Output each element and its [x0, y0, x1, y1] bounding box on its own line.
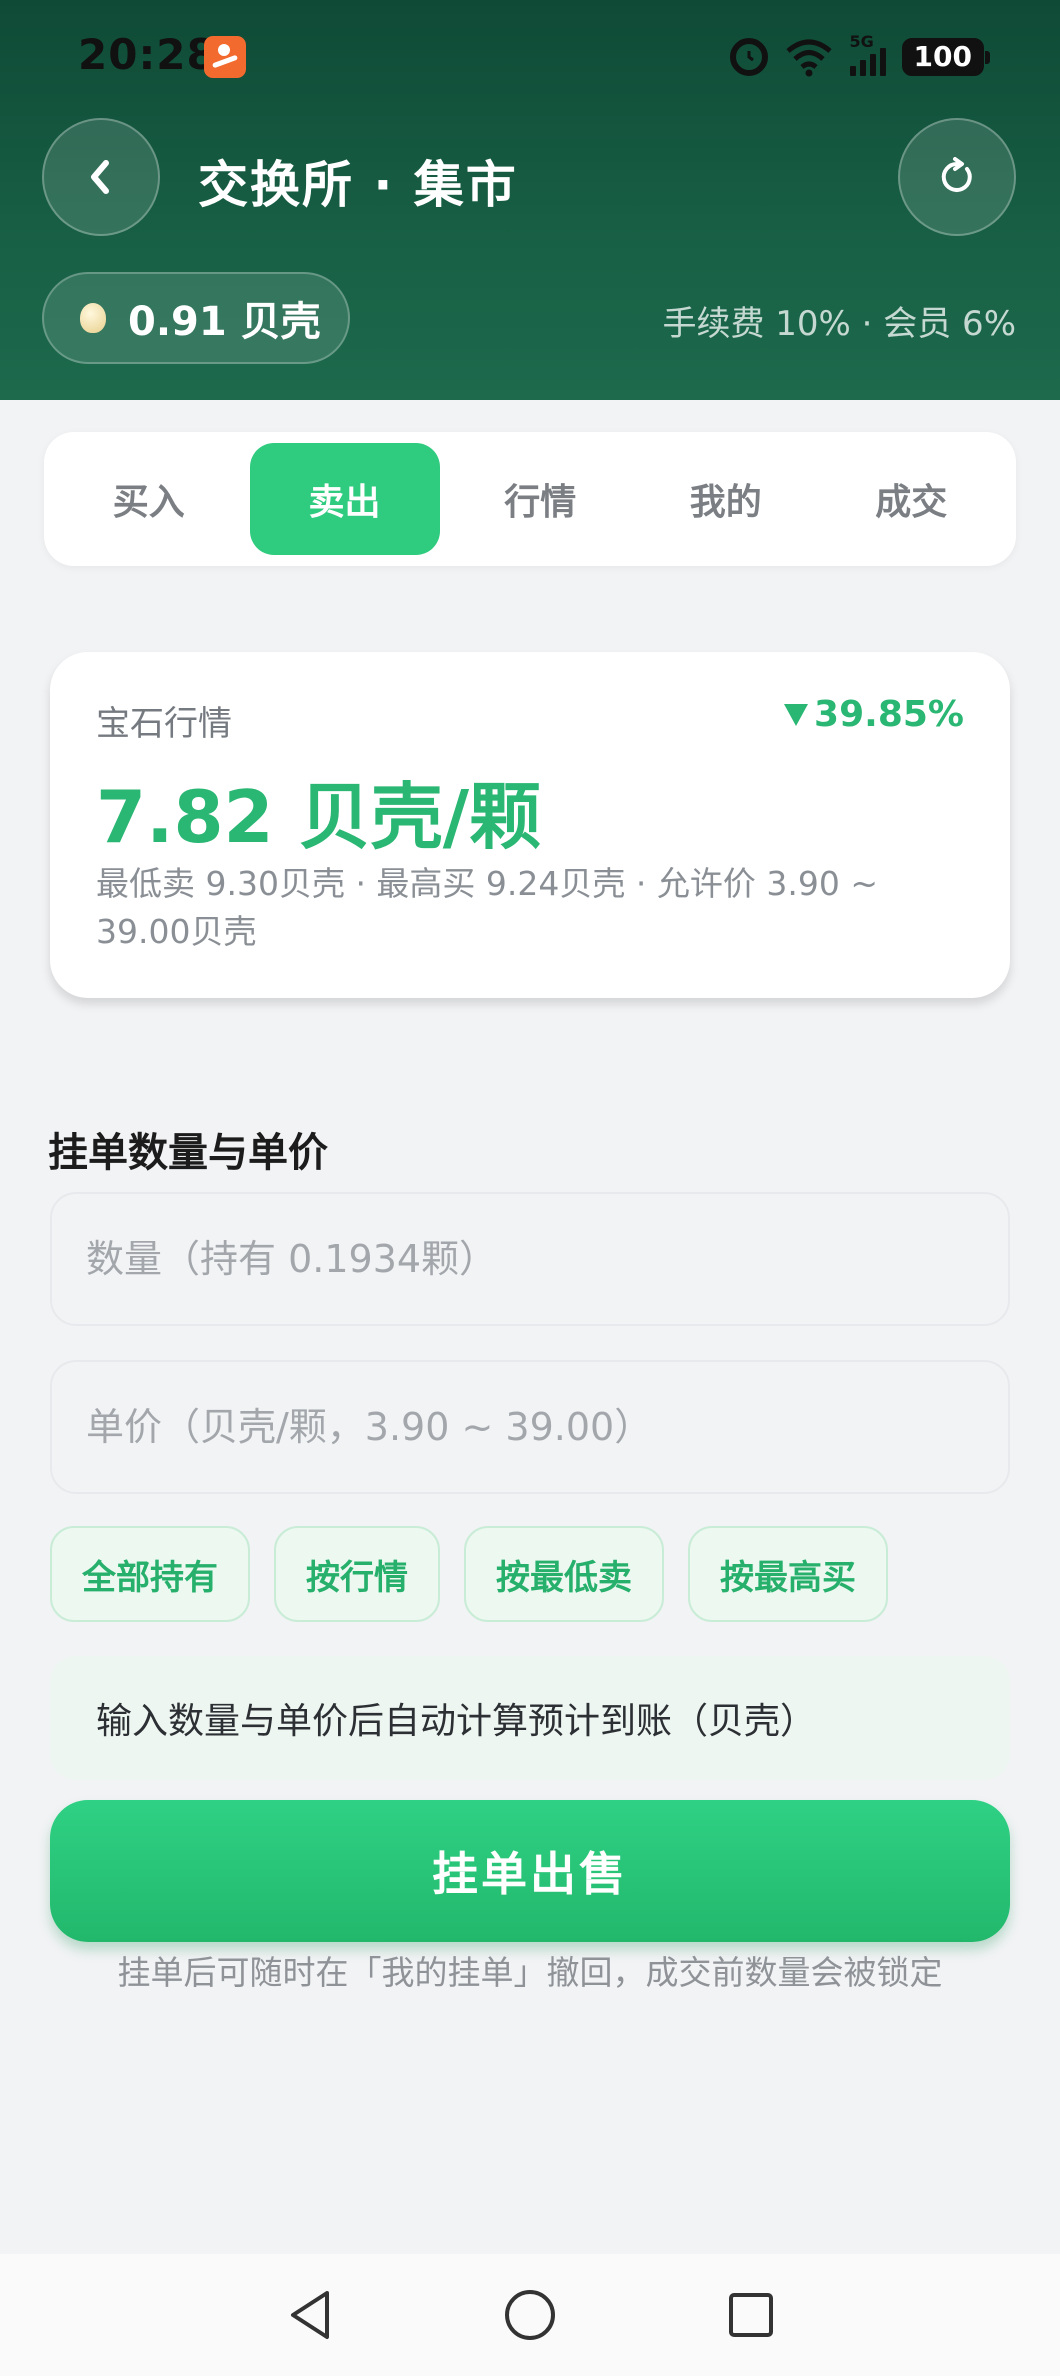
- fee-info: 手续费 10% · 会员 6%: [662, 304, 1016, 344]
- submit-sell-button[interactable]: 挂单出售: [50, 1800, 1010, 1942]
- refresh-icon: [941, 157, 972, 192]
- shell-icon: [80, 303, 106, 333]
- market-price: 7.82 贝壳/颗: [96, 775, 542, 859]
- down-arrow-icon: [784, 703, 809, 726]
- market-card: 宝石行情 39.85% 7.82 贝壳/颗 最低卖 9.30贝壳 · 最高买 9…: [50, 652, 1010, 998]
- battery-icon: 100: [901, 38, 991, 76]
- fill-lowest-sell-button[interactable]: 按最低卖: [464, 1526, 664, 1622]
- nav-back-button[interactable]: [275, 2280, 345, 2350]
- balance-amount: 0.91 贝壳: [128, 299, 321, 345]
- nav-recent-button[interactable]: [716, 2280, 786, 2350]
- status-icons: 5G 100: [729, 32, 991, 82]
- tab-deals[interactable]: 成交: [819, 443, 1005, 555]
- system-nav-bar: [0, 2254, 1060, 2376]
- market-change-value: 39.85%: [814, 694, 964, 735]
- app-notification-icon: [204, 36, 246, 78]
- nav-recent-icon: [729, 2293, 773, 2337]
- wifi-icon: [784, 37, 834, 77]
- hint-text: 挂单后可随时在「我的挂单」撤回，成交前数量会被锁定: [117, 1953, 943, 1992]
- refresh-button[interactable]: [898, 118, 1016, 236]
- tab-bar: 买入 卖出 行情 我的 成交: [44, 432, 1016, 566]
- status-time: 20:28: [78, 30, 217, 79]
- fill-highest-buy-button[interactable]: 按最高买: [688, 1526, 888, 1622]
- tab-sell[interactable]: 卖出: [249, 443, 440, 555]
- nav-back-icon: [291, 2291, 329, 2339]
- page-title: 交换所 · 集市: [198, 156, 518, 214]
- tab-market[interactable]: 行情: [448, 443, 634, 555]
- tab-buy[interactable]: 买入: [56, 443, 242, 555]
- back-icon: [91, 160, 109, 194]
- signal-icon: 5G: [849, 32, 886, 76]
- estimate-text: 输入数量与单价后自动计算预计到账（贝壳）: [96, 1701, 817, 1742]
- balance-pill: 0.91 贝壳: [42, 272, 350, 364]
- price-input[interactable]: [50, 1360, 1010, 1494]
- alarm-icon: [729, 38, 768, 76]
- header: 20:28 5G 100 交换所 · 集市 0.91 贝壳 手续费 10% · …: [0, 0, 1060, 400]
- estimate-box: 输入数量与单价后自动计算预计到账（贝壳）: [50, 1656, 1010, 1780]
- status-bar: 20:28 5G 100: [0, 0, 1060, 110]
- section-title: 挂单数量与单价: [48, 1130, 328, 1176]
- market-detail: 最低卖 9.30贝壳 · 最高买 9.24贝壳 · 允许价 3.90 ~ 39.…: [96, 864, 878, 951]
- network-type-label: 5G: [849, 32, 874, 51]
- fill-all-holdings-button[interactable]: 全部持有: [50, 1526, 250, 1622]
- back-button[interactable]: [42, 118, 160, 236]
- tab-mine[interactable]: 我的: [633, 443, 819, 555]
- market-change: 39.85%: [784, 694, 964, 735]
- fill-market-price-button[interactable]: 按行情: [274, 1526, 440, 1622]
- market-label: 宝石行情: [96, 704, 232, 744]
- quantity-input[interactable]: [50, 1192, 1010, 1326]
- nav-home-button[interactable]: [495, 2280, 565, 2350]
- quick-fill-buttons: 全部持有 按行情 按最低卖 按最高买: [50, 1526, 888, 1622]
- nav-home-icon: [505, 2290, 555, 2340]
